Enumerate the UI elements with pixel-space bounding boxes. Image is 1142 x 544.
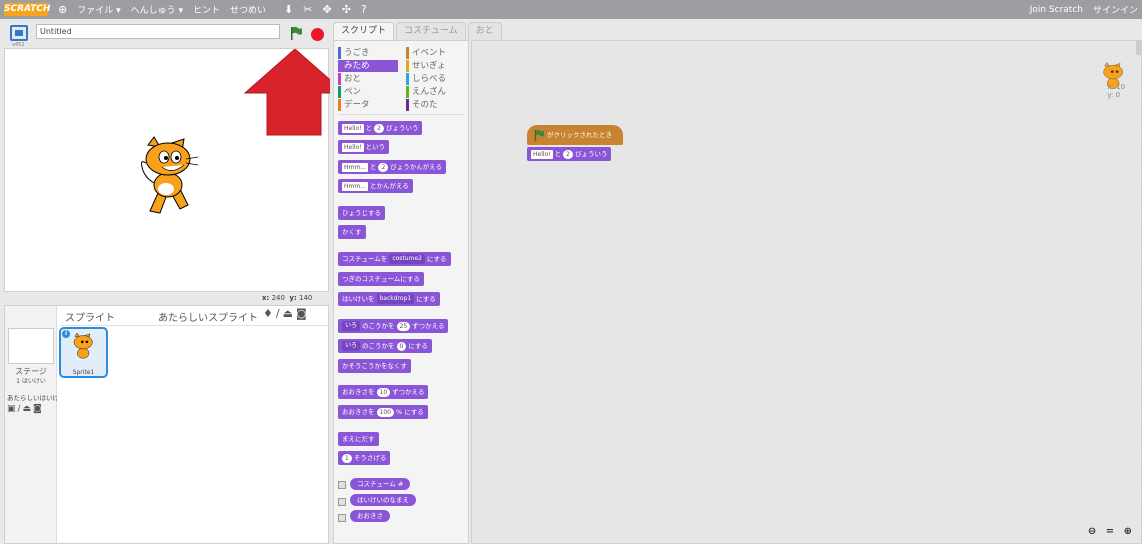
- block-set-size[interactable]: おおきさを 100% にする: [338, 405, 428, 419]
- category-events[interactable]: イベント: [406, 47, 466, 59]
- mouse-coordinates: x: 240 y: 140: [262, 294, 313, 302]
- checkbox-size[interactable]: [338, 514, 346, 522]
- stage-thumbnail[interactable]: [8, 328, 54, 364]
- join-scratch-link[interactable]: Join Scratch: [1030, 5, 1083, 15]
- backdrops-count: 1 はいけい: [16, 378, 46, 385]
- new-backdrop-label: あたらしいはいけい: [7, 394, 57, 402]
- delete-icon[interactable]: ✂: [303, 3, 312, 16]
- block-clear-effects[interactable]: かそうこうかをなくす: [338, 359, 411, 373]
- sprite-pane: ステージ 1 はいけい あたらしいはいけい ▣/⏏◙ スプライト あたらしいスプ…: [4, 305, 329, 544]
- block-change-size[interactable]: おおきさを 10 ずつかえる: [338, 385, 429, 399]
- block-think-for-secs[interactable]: Hmm... と 2 びょうかんがえる: [338, 160, 447, 174]
- scripts-area[interactable]: がクリックされたとき Hello! と 2 びょういう x: 10 y: 0 ⊖ = ⊕: [471, 40, 1142, 544]
- reporter-size[interactable]: おおきさ: [350, 510, 390, 522]
- cat-thumbnail-icon: [73, 333, 93, 359]
- cat-sprite: [141, 136, 199, 214]
- script-say-for-secs-block[interactable]: Hello! と 2 びょういう: [527, 147, 612, 161]
- zoom-controls[interactable]: ⊖ = ⊕: [1088, 526, 1135, 537]
- new-sprite-icons[interactable]: ♦/⏏◙: [263, 307, 310, 320]
- category-list: うごき みため おと ペン データ イベント せいぎょ しらべる えんざん その…: [338, 47, 464, 115]
- tab-costumes[interactable]: コスチューム: [396, 22, 466, 40]
- block-change-effect[interactable]: いろ のこうかを 25 ずつかえる: [338, 319, 449, 333]
- green-flag-icon[interactable]: [290, 26, 302, 40]
- category-sensing[interactable]: しらべる: [406, 73, 466, 85]
- category-pen[interactable]: ペン: [338, 86, 398, 98]
- fullscreen-button[interactable]: [10, 25, 28, 41]
- sprite-position: x: 10 y: 0: [1107, 83, 1125, 99]
- current-sprite-icon: [1103, 62, 1123, 89]
- stage[interactable]: [4, 48, 330, 292]
- globe-icon[interactable]: ⊕: [58, 3, 67, 16]
- block-show[interactable]: ひょうじする: [338, 206, 385, 220]
- category-control[interactable]: せいぎょ: [406, 60, 466, 72]
- stage-header: v452: [4, 22, 329, 48]
- when-flag-clicked-block[interactable]: がクリックされたとき: [527, 125, 623, 145]
- green-flag-icon: [534, 129, 544, 141]
- grow-icon[interactable]: ✥: [322, 3, 331, 16]
- shrink-icon[interactable]: ✣: [342, 3, 351, 16]
- scrollbar[interactable]: [1136, 41, 1141, 55]
- checkbox-costume-number[interactable]: [338, 481, 346, 489]
- mouse-y-value: 140: [299, 294, 313, 302]
- sprite-name: Sprite1: [72, 369, 95, 376]
- category-more[interactable]: そのた: [406, 99, 466, 111]
- sprite-thumbnail[interactable]: i Sprite1: [59, 327, 108, 378]
- sprites-title: スプライト: [65, 313, 115, 324]
- block-palette: うごき みため おと ペン データ イベント せいぎょ しらべる えんざん その…: [333, 40, 469, 544]
- sign-in-link[interactable]: サインイン: [1093, 3, 1138, 16]
- category-operators[interactable]: えんざん: [406, 86, 466, 98]
- help-icon[interactable]: ?: [361, 3, 367, 16]
- stage-column: ステージ 1 はいけい あたらしいはいけい ▣/⏏◙: [5, 306, 57, 543]
- stop-button[interactable]: [311, 28, 324, 41]
- stage-label: ステージ 1 はいけい: [15, 367, 47, 385]
- category-looks[interactable]: みため: [338, 60, 398, 72]
- block-switch-costume[interactable]: コスチュームを costume2 にする: [338, 252, 451, 266]
- project-title-input[interactable]: [36, 24, 280, 39]
- sprite-header: スプライト あたらしいスプライト ♦/⏏◙: [61, 306, 329, 326]
- menu-about[interactable]: せつめい: [230, 3, 266, 16]
- block-next-costume[interactable]: つぎのコスチュームにする: [338, 272, 424, 286]
- menu-file[interactable]: ファイル ▾: [77, 3, 120, 16]
- category-motion[interactable]: うごき: [338, 47, 398, 59]
- block-hide[interactable]: かくす: [338, 225, 366, 239]
- new-sprite-label: あたらしいスプライト: [158, 313, 258, 324]
- mouse-x-value: 240: [271, 294, 285, 302]
- hat-block-label: がクリックされたとき: [547, 131, 612, 139]
- block-set-effect[interactable]: いろ のこうかを 0 にする: [338, 339, 432, 353]
- category-data[interactable]: データ: [338, 99, 398, 111]
- block-think[interactable]: Hmm... とかんがえる: [338, 179, 413, 193]
- menu-bar: SCRATCH ⊕ ファイル ▾ へんしゅう ▾ ヒント せつめい ⬇ ✂ ✥ …: [0, 0, 1142, 19]
- tab-scripts[interactable]: スクリプト: [333, 22, 395, 40]
- reporter-backdrop-name[interactable]: はいけいのなまえ: [350, 494, 416, 506]
- scratch-logo[interactable]: SCRATCH: [4, 3, 50, 16]
- tab-sounds[interactable]: おと: [467, 22, 502, 40]
- stage-canvas: [141, 49, 330, 214]
- red-arrow-annotation: [243, 49, 330, 136]
- category-sound[interactable]: おと: [338, 73, 398, 85]
- duplicate-icon[interactable]: ⬇: [284, 3, 293, 16]
- block-say-for-secs[interactable]: Hello! と 2 びょういう: [338, 121, 423, 135]
- reporter-costume-number[interactable]: コスチューム #: [350, 478, 411, 490]
- new-backdrop-icons[interactable]: ▣/⏏◙: [7, 404, 44, 414]
- menu-edit[interactable]: へんしゅう ▾: [131, 3, 183, 16]
- menu-tips[interactable]: ヒント: [193, 3, 220, 16]
- block-go-back-layers[interactable]: 1 そうさげる: [338, 451, 391, 465]
- block-go-to-front[interactable]: まえにだす: [338, 432, 379, 446]
- editor-tabs: スクリプト コスチューム おと: [333, 22, 502, 40]
- checkbox-backdrop-name[interactable]: [338, 498, 346, 506]
- block-say[interactable]: Hello! という: [338, 140, 390, 154]
- block-switch-backdrop[interactable]: はいけいを backdrop1 にする: [338, 292, 440, 306]
